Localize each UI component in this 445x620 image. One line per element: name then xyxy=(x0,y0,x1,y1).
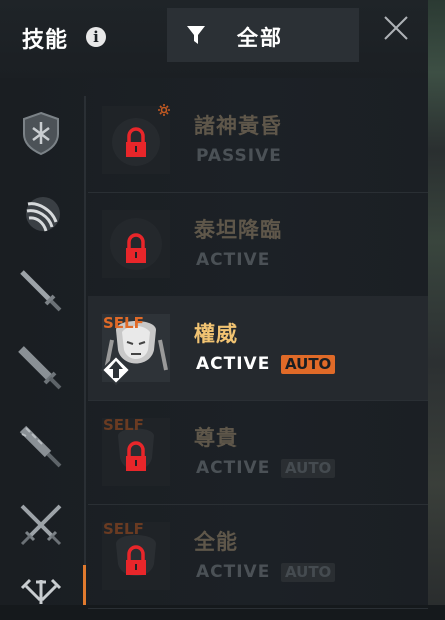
skill-type: ACTIVE xyxy=(196,250,271,270)
skill-name: 尊貴 xyxy=(194,426,238,450)
self-tag: SELF xyxy=(103,416,144,434)
claw-slash-icon[interactable] xyxy=(18,190,64,236)
skill-panel: 技能 i 全部 諸神黃昏 PASSIVE 泰坦降臨 ACTIVE SELF 權威… xyxy=(0,0,428,609)
skill-type: ACTIVE xyxy=(196,562,271,582)
skill-name: 泰坦降臨 xyxy=(194,218,282,242)
skill-type: ACTIVE xyxy=(196,354,271,374)
greatsword-icon[interactable] xyxy=(18,346,64,392)
close-icon[interactable] xyxy=(382,14,410,42)
auto-badge: AUTO xyxy=(281,563,336,582)
skill-name: 全能 xyxy=(194,530,238,554)
self-tag: SELF xyxy=(103,520,144,538)
skill-name: 權威 xyxy=(194,322,238,346)
funnel-icon xyxy=(187,26,205,44)
panel-title: 技能 xyxy=(22,28,69,53)
skill-row[interactable]: SELF 尊貴 ACTIVE AUTO xyxy=(88,400,428,505)
skill-list: 諸神黃昏 PASSIVE 泰坦降臨 ACTIVE SELF 權威 ACTIVE … xyxy=(88,88,428,609)
panel-header: 技能 i 全部 xyxy=(0,0,428,78)
skill-icon xyxy=(102,210,170,278)
skill-name: 諸神黃昏 xyxy=(194,114,282,138)
skill-type: PASSIVE xyxy=(196,146,282,166)
category-sidebar xyxy=(0,96,84,605)
auto-badge: AUTO xyxy=(281,355,336,374)
game-world-background xyxy=(425,0,445,605)
skill-row[interactable]: 諸神黃昏 PASSIVE xyxy=(88,88,428,193)
self-tag: SELF xyxy=(103,314,144,332)
sidebar-active-indicator xyxy=(83,565,86,605)
auto-badge: AUTO xyxy=(281,459,336,478)
skill-row[interactable]: 泰坦降臨 ACTIVE xyxy=(88,192,428,297)
multi-weapon-icon[interactable] xyxy=(18,574,64,620)
shield-icon[interactable] xyxy=(18,110,64,156)
spiked-club-icon[interactable] xyxy=(18,424,64,470)
sidebar-divider xyxy=(84,96,86,605)
sword-icon[interactable] xyxy=(18,268,64,314)
skill-type: ACTIVE xyxy=(196,458,271,478)
filter-dropdown[interactable]: 全部 xyxy=(167,8,359,62)
skill-icon xyxy=(102,104,170,174)
info-icon[interactable]: i xyxy=(86,27,106,47)
crossed-swords-icon[interactable] xyxy=(18,502,64,548)
skill-row[interactable]: SELF 全能 ACTIVE AUTO xyxy=(88,504,428,609)
filter-label: 全部 xyxy=(237,26,283,50)
skill-row[interactable]: SELF 權威 ACTIVE AUTO xyxy=(88,296,428,401)
